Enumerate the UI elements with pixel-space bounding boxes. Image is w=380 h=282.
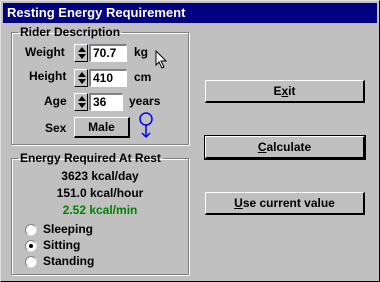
radio-sitting-label: Sitting — [43, 238, 81, 252]
male-symbol-icon — [139, 112, 153, 139]
spin-down-icon[interactable] — [78, 54, 86, 59]
spin-up-icon[interactable] — [78, 72, 86, 77]
height-label: Height — [29, 69, 67, 83]
calculate-button[interactable]: Calculate — [204, 135, 366, 160]
rider-description-legend: Rider Description — [20, 25, 121, 39]
height-spinner[interactable] — [74, 69, 88, 87]
window-title: Resting Energy Requirement — [7, 5, 186, 20]
weight-input[interactable]: 70.7 — [89, 44, 127, 62]
title-bar: Resting Energy Requirement — [3, 3, 377, 23]
spin-up-icon[interactable] — [78, 47, 86, 52]
radio-sleeping-label: Sleeping — [43, 222, 94, 236]
weight-spinner[interactable] — [74, 44, 88, 62]
exit-button[interactable]: Exit — [205, 80, 365, 103]
sex-label: Sex — [45, 121, 67, 135]
energy-per-hour: 151.0 kcal/hour — [56, 186, 144, 200]
radio-circle[interactable] — [25, 224, 37, 236]
age-unit: years — [129, 94, 161, 108]
age-spinner[interactable] — [74, 93, 88, 111]
energy-per-min: 2.52 kcal/min — [62, 203, 138, 217]
height-unit: cm — [134, 70, 152, 84]
weight-label: Weight — [25, 45, 65, 59]
height-input[interactable]: 410 — [89, 69, 127, 87]
radio-circle[interactable] — [25, 240, 37, 252]
age-input[interactable]: 36 — [89, 93, 123, 111]
spin-down-icon[interactable] — [78, 103, 86, 108]
radio-selected-dot — [29, 244, 33, 248]
sex-toggle-button[interactable]: Male — [74, 117, 130, 138]
mouse-cursor-icon — [155, 50, 168, 69]
weight-unit: kg — [134, 45, 149, 59]
energy-per-day: 3623 kcal/day — [61, 169, 139, 183]
radio-circle[interactable] — [25, 256, 37, 268]
use-current-value-button[interactable]: Use current value — [205, 192, 365, 215]
age-label: Age — [44, 94, 67, 108]
radio-standing-label: Standing — [43, 254, 95, 268]
spin-up-icon[interactable] — [78, 96, 86, 101]
dialog-window: Resting Energy Requirement Rider Descrip… — [0, 0, 380, 282]
spin-down-icon[interactable] — [78, 79, 86, 84]
energy-legend: Energy Required At Rest — [20, 151, 161, 165]
